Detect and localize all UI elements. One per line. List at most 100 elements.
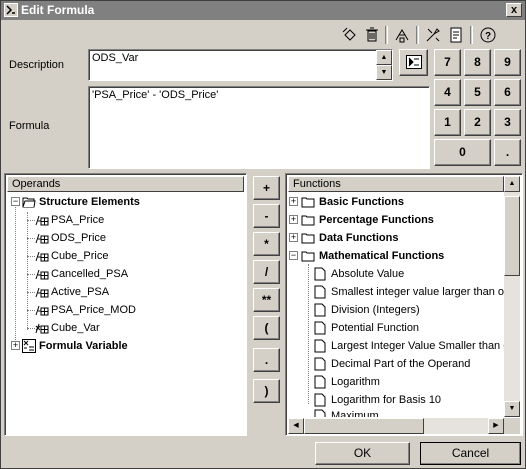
tree-branch bbox=[27, 310, 35, 311]
key-2[interactable]: 2 bbox=[464, 109, 491, 136]
help-icon[interactable]: ? bbox=[479, 26, 497, 44]
undo-icon[interactable] bbox=[341, 26, 359, 44]
tree-group-data-functions[interactable]: + Data Functions bbox=[286, 229, 502, 247]
operand-label: PSA_Price_MOD bbox=[51, 304, 136, 316]
tree-group-mathematical-functions[interactable]: − Mathematical Functions bbox=[286, 247, 502, 265]
key-1[interactable]: 1 bbox=[434, 109, 461, 136]
description-scrollbar[interactable]: ▲ ▼ bbox=[376, 50, 392, 80]
key-3[interactable]: 3 bbox=[494, 109, 521, 136]
structure-icon[interactable] bbox=[393, 26, 411, 44]
formula-label: Formula bbox=[9, 120, 50, 132]
group-label: Percentage Functions bbox=[319, 214, 434, 226]
operand-label: Cube_Var bbox=[51, 322, 100, 334]
formula-field[interactable]: 'PSA_Price' - 'ODS_Price' bbox=[88, 86, 430, 169]
operand-item[interactable]: PSA_Price_MOD bbox=[5, 301, 245, 319]
operator-minus-button[interactable]: - bbox=[253, 204, 280, 228]
tree-branch bbox=[27, 274, 35, 275]
collapse-icon[interactable]: − bbox=[289, 251, 298, 260]
element-grid-icon bbox=[35, 287, 49, 298]
collapse-icon[interactable]: − bbox=[11, 197, 20, 206]
key-7[interactable]: 7 bbox=[434, 49, 461, 76]
operand-item[interactable]: Cube_Price bbox=[5, 247, 245, 265]
key-9[interactable]: 9 bbox=[494, 49, 521, 76]
tree-group-percentage-functions[interactable]: + Percentage Functions bbox=[286, 211, 502, 229]
expand-icon[interactable]: + bbox=[289, 233, 298, 242]
key-decimal[interactable]: . bbox=[494, 139, 521, 166]
function-label: Absolute Value bbox=[331, 268, 405, 280]
expand-icon[interactable]: + bbox=[289, 197, 298, 206]
tools-icon[interactable] bbox=[424, 26, 442, 44]
title-bar: Edit Formula x bbox=[1, 1, 525, 20]
operand-item[interactable]: PSA_Price bbox=[5, 211, 245, 229]
scroll-left-button[interactable]: ◀ bbox=[288, 418, 304, 434]
expand-icon[interactable]: + bbox=[289, 215, 298, 224]
element-grid-icon bbox=[35, 215, 49, 226]
element-grid-icon bbox=[35, 269, 49, 280]
functions-horizontal-scrollbar[interactable]: ◀ ▶ bbox=[288, 418, 504, 434]
formula-editor-button[interactable] bbox=[399, 49, 428, 76]
group-label: Mathematical Functions bbox=[319, 250, 445, 262]
functions-vertical-scrollbar[interactable]: ▲ ▼ bbox=[504, 176, 520, 417]
scroll-up-button[interactable]: ▲ bbox=[376, 50, 392, 65]
operand-label: ODS_Price bbox=[51, 232, 107, 244]
tree-group-basic-functions[interactable]: + Basic Functions bbox=[286, 193, 502, 211]
scroll-right-button[interactable]: ▶ bbox=[488, 418, 504, 434]
ok-button[interactable]: OK bbox=[315, 442, 410, 465]
close-button[interactable]: x bbox=[506, 3, 522, 17]
function-document-icon bbox=[314, 375, 326, 389]
function-label: Maximum bbox=[331, 410, 379, 417]
description-field[interactable]: ODS_Var ▲ ▼ bbox=[88, 49, 393, 81]
function-item[interactable]: Largest Integer Value Smaller than O bbox=[286, 337, 512, 355]
scroll-down-button[interactable]: ▼ bbox=[376, 65, 392, 80]
expand-icon[interactable]: + bbox=[11, 341, 20, 350]
key-4[interactable]: 4 bbox=[434, 79, 461, 106]
operator-dot-button[interactable]: . bbox=[253, 348, 280, 372]
element-grid-icon bbox=[35, 305, 49, 316]
tree-group-formula-variable[interactable]: + Formula Variable bbox=[5, 337, 245, 355]
operator-open-paren-button[interactable]: ( bbox=[253, 316, 280, 340]
function-document-icon bbox=[314, 393, 326, 407]
scroll-thumb[interactable] bbox=[504, 196, 520, 276]
tree-branch bbox=[27, 220, 35, 221]
key-0[interactable]: 0 bbox=[434, 139, 491, 166]
key-8[interactable]: 8 bbox=[464, 49, 491, 76]
function-label: Largest Integer Value Smaller than O bbox=[331, 340, 512, 352]
window-title: Edit Formula bbox=[21, 3, 95, 17]
tree-group-structure-elements[interactable]: − Structure Elements bbox=[5, 193, 245, 211]
function-item[interactable]: Smallest integer value larger than ope bbox=[286, 283, 516, 301]
description-value: ODS_Var bbox=[92, 52, 139, 64]
scroll-up-button[interactable]: ▲ bbox=[504, 176, 520, 192]
operand-item[interactable]: Cancelled_PSA bbox=[5, 265, 245, 283]
key-6[interactable]: 6 bbox=[494, 79, 521, 106]
operand-item[interactable]: Active_PSA bbox=[5, 283, 245, 301]
function-item[interactable]: Potential Function bbox=[286, 319, 502, 337]
function-item[interactable]: Division (Integers) bbox=[286, 301, 502, 319]
operands-header: Operands bbox=[7, 176, 244, 192]
function-item[interactable]: Maximum bbox=[286, 407, 502, 417]
document-icon[interactable] bbox=[447, 26, 465, 44]
operator-plus-button[interactable]: + bbox=[253, 176, 280, 200]
operator-multiply-button[interactable]: * bbox=[253, 232, 280, 256]
delete-icon[interactable] bbox=[363, 26, 381, 44]
function-item[interactable]: Decimal Part of the Operand bbox=[286, 355, 502, 373]
scroll-down-button[interactable]: ▼ bbox=[504, 401, 520, 417]
function-item[interactable]: Logarithm bbox=[286, 373, 502, 391]
scroll-thumb[interactable] bbox=[304, 418, 424, 434]
function-label: Smallest integer value larger than ope bbox=[331, 286, 517, 298]
function-item[interactable]: Absolute Value bbox=[286, 265, 502, 283]
operator-power-button[interactable]: ** bbox=[253, 288, 280, 312]
function-document-icon bbox=[314, 303, 326, 317]
operand-label: PSA_Price bbox=[51, 214, 105, 226]
element-grid-icon bbox=[35, 233, 49, 244]
formula-value: 'PSA_Price' - 'ODS_Price' bbox=[92, 89, 219, 101]
operator-divide-button[interactable]: / bbox=[253, 260, 280, 284]
cancel-button[interactable]: Cancel bbox=[420, 442, 521, 465]
operand-item[interactable]: ODS_Price bbox=[5, 229, 245, 247]
key-5[interactable]: 5 bbox=[464, 79, 491, 106]
operand-label: Cancelled_PSA bbox=[51, 268, 129, 280]
operand-item[interactable]: Cube_Var bbox=[5, 319, 245, 337]
operator-close-paren-button[interactable]: ) bbox=[253, 379, 280, 403]
operand-label: Active_PSA bbox=[51, 286, 110, 298]
operands-panel: Operands − Structure Elements PSA_Price … bbox=[4, 173, 247, 436]
folder-icon bbox=[301, 233, 315, 244]
